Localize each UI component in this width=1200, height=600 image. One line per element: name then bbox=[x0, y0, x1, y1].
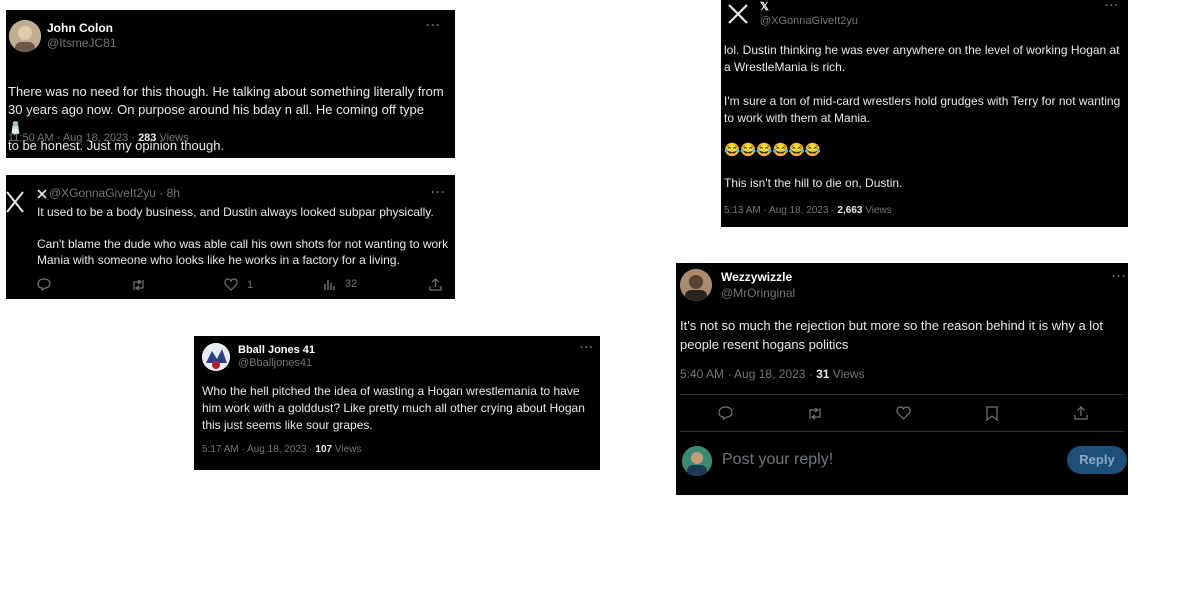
x-logo-small-icon bbox=[37, 186, 47, 204]
tweet-meta: 11:50 AM · Aug 18, 2023 · 283 Views bbox=[8, 132, 189, 144]
divider bbox=[680, 431, 1124, 432]
like-action[interactable] bbox=[896, 406, 911, 420]
views-label: Views bbox=[156, 132, 189, 144]
bookmark-action[interactable] bbox=[986, 406, 998, 421]
reply-input[interactable]: Post your reply! bbox=[722, 451, 1022, 469]
tweet-card-x-quote: @XGonnaGiveIt2yu · 8h ··· It used to be … bbox=[6, 175, 455, 299]
views-count: 32 bbox=[345, 278, 358, 290]
timestamp[interactable]: 5:17 AM · Aug 18, 2023 · bbox=[202, 444, 315, 455]
tweet-text-body: There was no need for this though. He ta… bbox=[8, 84, 444, 117]
tweet-text: It used to be a body business, and Dusti… bbox=[37, 205, 449, 267]
tweet-meta: 5:17 AM · Aug 18, 2023 · 107 Views bbox=[202, 444, 361, 455]
tweet-meta: 5:40 AM · Aug 18, 2023 · 31 Views bbox=[680, 367, 865, 381]
tweet-text: It's not so much the rejection but more … bbox=[680, 318, 1104, 352]
tweet-card-x-main: 𝕏 @XGonnaGiveIt2yu ··· lol. Dustin think… bbox=[721, 0, 1128, 227]
author-name[interactable]: 𝕏 bbox=[760, 0, 769, 13]
views-action[interactable]: 32 bbox=[324, 278, 357, 290]
avatar[interactable] bbox=[680, 269, 712, 301]
tweet-text: lol. Dustin thinking he was ever anywher… bbox=[724, 43, 1121, 125]
author-name[interactable]: Wezzywizzle bbox=[721, 270, 792, 284]
tweet-text-end: This isn't the hill to die on, Dustin. bbox=[724, 176, 903, 190]
more-options-icon[interactable]: ··· bbox=[1105, 0, 1119, 12]
views-chart-icon bbox=[324, 280, 335, 290]
retweet-icon bbox=[133, 279, 144, 291]
views-label: Views bbox=[829, 367, 865, 381]
retweet-action[interactable] bbox=[807, 407, 823, 420]
views-count: 31 bbox=[816, 367, 830, 381]
divider bbox=[680, 394, 1124, 395]
x-logo-icon bbox=[6, 191, 24, 218]
more-options-icon[interactable]: ··· bbox=[426, 18, 441, 32]
share-icon bbox=[1074, 406, 1088, 420]
timestamp[interactable]: 11:50 AM · Aug 18, 2023 · bbox=[8, 132, 138, 144]
bookmark-icon bbox=[986, 406, 998, 421]
reply-action[interactable] bbox=[37, 278, 51, 291]
views-count: 2,663 bbox=[837, 205, 863, 216]
laughing-emojis: 😂😂😂😂😂😂 bbox=[724, 142, 822, 157]
author-name[interactable]: Bball Jones 41 bbox=[238, 344, 315, 356]
avatar[interactable] bbox=[202, 343, 230, 371]
reply-action[interactable] bbox=[718, 406, 733, 420]
timestamp[interactable]: 5:13 AM · Aug 18, 2023 · bbox=[724, 205, 837, 216]
views-count: 107 bbox=[315, 444, 333, 455]
heart-icon bbox=[896, 406, 911, 420]
author-handle[interactable]: @MrOringinal bbox=[721, 286, 795, 300]
timestamp[interactable]: 5:40 AM · Aug 18, 2023 · bbox=[680, 367, 816, 381]
author-name[interactable]: John Colon bbox=[47, 21, 113, 35]
share-action[interactable] bbox=[429, 278, 442, 291]
reply-icon bbox=[718, 406, 733, 420]
views-count: 283 bbox=[138, 132, 157, 144]
tweet-text: Who the hell pitched the idea of wasting… bbox=[202, 384, 585, 432]
reply-button[interactable]: Reply bbox=[1067, 446, 1127, 474]
more-options-icon[interactable]: ··· bbox=[580, 342, 594, 354]
more-options-icon[interactable]: ··· bbox=[1112, 269, 1127, 283]
retweet-icon bbox=[809, 407, 821, 420]
tweet-card-wezzywizzle: Wezzywizzle @MrOringinal ··· It's not so… bbox=[676, 263, 1128, 495]
reply-icon bbox=[37, 278, 51, 291]
share-action[interactable] bbox=[1074, 406, 1088, 420]
x-logo-avatar-icon[interactable] bbox=[728, 4, 748, 29]
current-user-avatar[interactable] bbox=[682, 446, 712, 476]
share-icon bbox=[429, 278, 442, 291]
avatar[interactable] bbox=[9, 20, 41, 52]
like-action[interactable]: 1 bbox=[224, 278, 253, 291]
retweet-action[interactable] bbox=[131, 279, 146, 291]
author-handle[interactable]: @XGonnaGiveIt2yu bbox=[760, 15, 858, 27]
like-count: 1 bbox=[247, 278, 254, 291]
tweet-meta: 5:13 AM · Aug 18, 2023 · 2,663 Views bbox=[724, 205, 892, 216]
author-handle[interactable]: @Bballjones41 bbox=[238, 357, 312, 369]
author-handle[interactable]: @ItsmeJC81 bbox=[47, 36, 117, 50]
views-label: Views bbox=[862, 205, 892, 216]
tweet-card-john-colon: John Colon @ItsmeJC81 ··· There was no n… bbox=[6, 10, 455, 158]
views-label: Views bbox=[332, 444, 362, 455]
tweet-card-bball-jones: Bball Jones 41 @Bballjones41 ··· Who the… bbox=[194, 336, 600, 470]
author-handle-time[interactable]: @XGonnaGiveIt2yu · 8h bbox=[49, 186, 180, 200]
more-options-icon[interactable]: ··· bbox=[431, 185, 446, 199]
heart-icon bbox=[224, 278, 238, 291]
